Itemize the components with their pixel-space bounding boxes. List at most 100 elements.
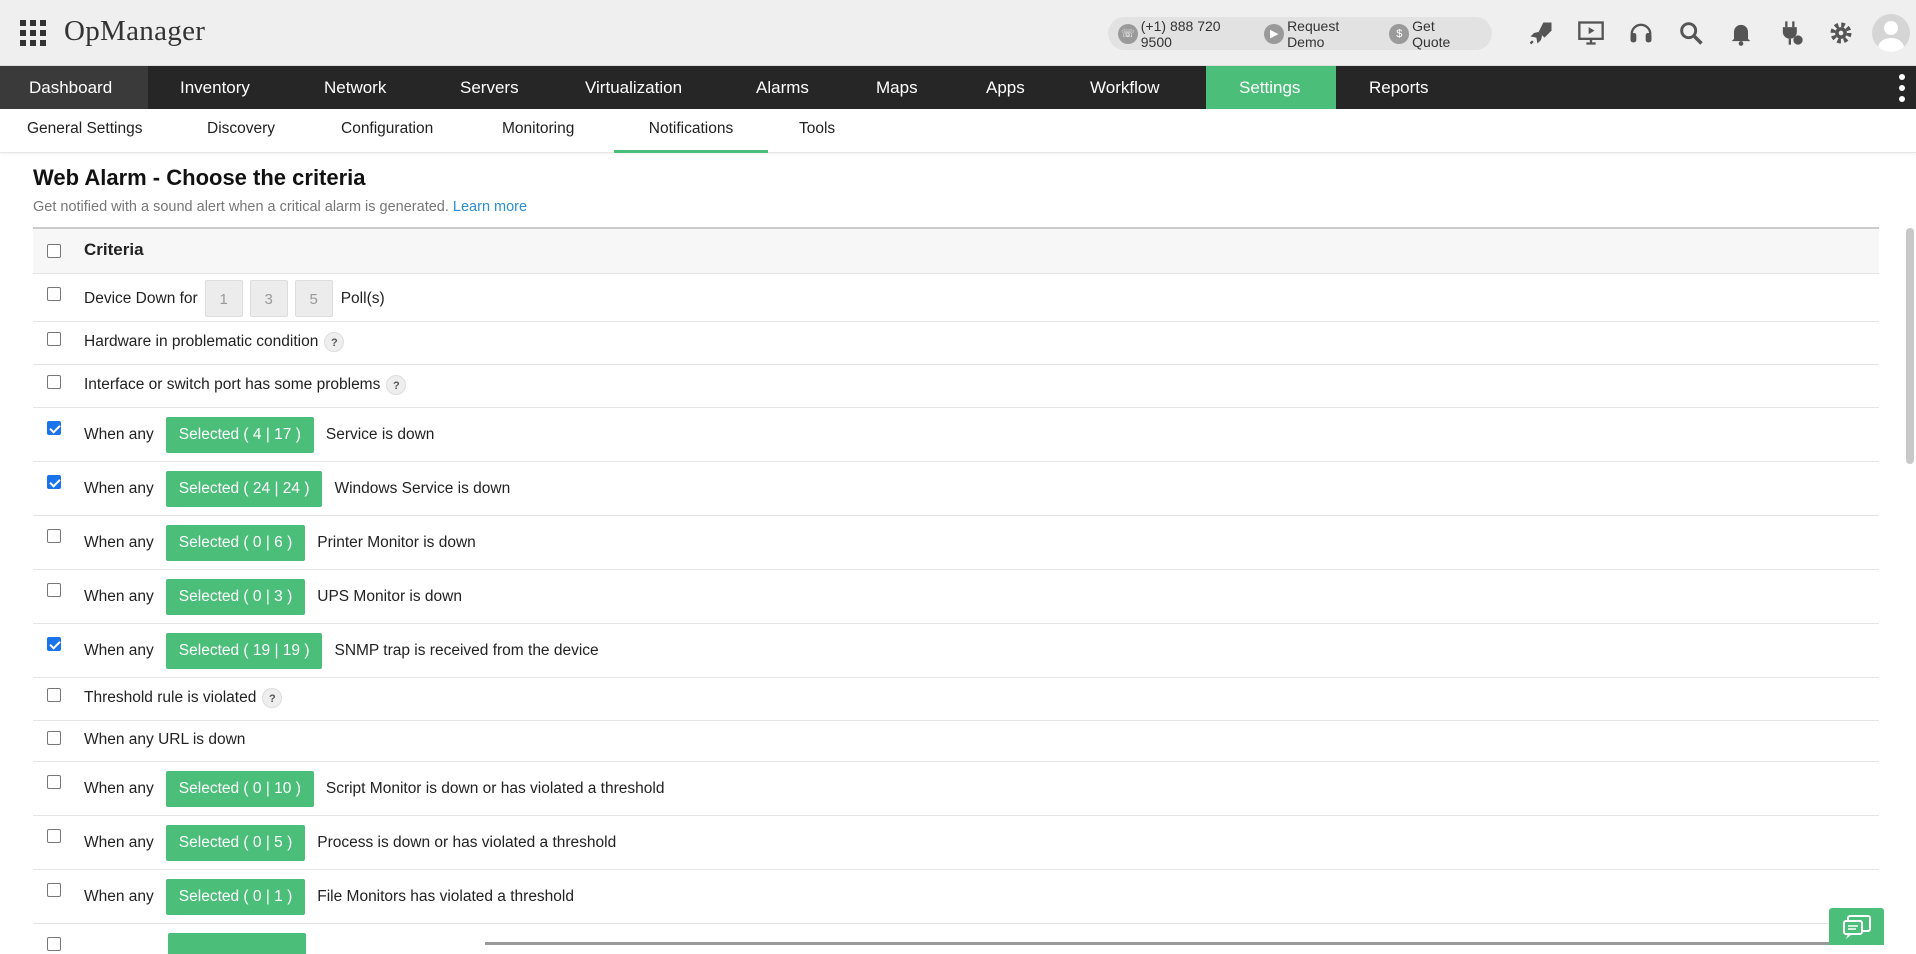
nav-alarms[interactable]: Alarms <box>725 66 845 109</box>
selected-button-partial[interactable] <box>168 933 306 954</box>
row-checkbox[interactable] <box>47 332 61 346</box>
nav-workflow[interactable]: Workflow <box>1060 66 1206 109</box>
nav-settings[interactable]: Settings <box>1206 66 1336 109</box>
nav-servers[interactable]: Servers <box>426 66 553 109</box>
criteria-table-header: Criteria <box>33 229 1879 274</box>
gear-icon[interactable] <box>1816 0 1866 66</box>
more-options-icon[interactable] <box>1898 74 1906 102</box>
learn-more-link[interactable]: Learn more <box>453 199 527 215</box>
chat-icon <box>1842 914 1871 939</box>
help-icon[interactable]: ? <box>324 332 345 352</box>
selected-script-monitors-button[interactable]: Selected ( 0 | 10 ) <box>165 771 314 807</box>
row-checkbox[interactable] <box>47 775 61 789</box>
row-checkbox[interactable] <box>47 475 61 489</box>
criteria-label: Threshold rule is violated <box>84 689 257 706</box>
criteria-label: Windows Service is down <box>334 480 511 497</box>
criteria-label: Interface or switch port has some proble… <box>84 376 381 393</box>
nav-dashboard[interactable]: Dashboard <box>0 66 148 109</box>
row-checkbox[interactable] <box>47 731 61 745</box>
table-row: Hardware in problematic condition ? <box>33 322 1879 365</box>
device-down-label: Device Down for <box>84 289 198 307</box>
select-all-checkbox[interactable] <box>47 244 61 258</box>
get-quote-link[interactable]: $ Get Quote <box>1389 18 1476 50</box>
chat-button[interactable] <box>1829 908 1884 945</box>
criteria-label: Script Monitor is down or has violated a… <box>325 780 665 797</box>
row-checkbox[interactable] <box>47 287 61 301</box>
criteria-prefix: When any <box>84 426 154 443</box>
poll-option-5[interactable]: 5 <box>294 280 333 317</box>
subnav-configuration[interactable]: Configuration <box>341 109 433 153</box>
criteria-label: Printer Monitor is down <box>317 534 476 551</box>
selected-file-monitors-button[interactable]: Selected ( 0 | 1 ) <box>165 879 306 915</box>
selected-snmp-traps-button[interactable]: Selected ( 19 | 19 ) <box>165 633 323 669</box>
table-row: When any Selected ( 0 | 1 ) File Monitor… <box>33 870 1879 924</box>
search-icon[interactable] <box>1666 0 1716 66</box>
nav-apps[interactable]: Apps <box>955 66 1060 109</box>
row-checkbox[interactable] <box>47 421 61 435</box>
criteria-label: UPS Monitor is down <box>317 588 462 605</box>
page-title: Web Alarm - Choose the criteria <box>33 165 366 190</box>
row-checkbox[interactable] <box>47 829 61 843</box>
rocket-icon[interactable] <box>1516 0 1566 66</box>
request-demo-link[interactable]: ▶ Request Demo <box>1264 18 1379 50</box>
selected-printer-monitors-button[interactable]: Selected ( 0 | 6 ) <box>165 525 306 561</box>
selected-processes-button[interactable]: Selected ( 0 | 5 ) <box>165 825 306 861</box>
selected-windows-services-button[interactable]: Selected ( 24 | 24 ) <box>165 471 323 507</box>
get-quote-label: Get Quote <box>1412 17 1451 50</box>
row-checkbox[interactable] <box>47 529 61 543</box>
row-checkbox[interactable] <box>47 637 61 651</box>
table-row: When any Selected ( 4 | 17 ) Service is … <box>33 408 1879 462</box>
bell-icon[interactable] <box>1716 0 1766 66</box>
criteria-prefix: When any <box>84 534 154 551</box>
table-row: When any Selected ( 0 | 10 ) Script Moni… <box>33 762 1879 816</box>
selected-ups-monitors-button[interactable]: Selected ( 0 | 3 ) <box>165 579 306 615</box>
table-row: When any Selected ( 0 | 3 ) UPS Monitor … <box>33 570 1879 624</box>
help-icon[interactable]: ? <box>386 375 407 395</box>
row-checkbox[interactable] <box>47 583 61 597</box>
vertical-scrollbar[interactable] <box>1906 228 1914 464</box>
nav-inventory[interactable]: Inventory <box>148 66 290 109</box>
apps-grid-icon[interactable] <box>20 20 46 46</box>
table-row: When any URL is down <box>33 721 1879 762</box>
poll-option-3[interactable]: 3 <box>249 280 288 317</box>
nav-maps[interactable]: Maps <box>845 66 955 109</box>
dollar-icon: $ <box>1389 23 1410 44</box>
table-row: When any Selected ( 0 | 5 ) Process is d… <box>33 816 1879 870</box>
table-row: Threshold rule is violated ? <box>33 678 1879 721</box>
video-icon: ▶ <box>1264 23 1285 44</box>
subnav-monitoring[interactable]: Monitoring <box>502 109 574 153</box>
subnav-general-settings[interactable]: General Settings <box>27 109 142 153</box>
criteria-prefix: When any <box>84 888 154 905</box>
nav-reports[interactable]: Reports <box>1336 66 1466 109</box>
help-icon[interactable]: ? <box>262 688 283 708</box>
criteria-label: Service is down <box>325 426 435 443</box>
nav-virtualization[interactable]: Virtualization <box>553 66 725 109</box>
page-subtitle: Get notified with a sound alert when a c… <box>33 199 527 215</box>
nav-network[interactable]: Network <box>290 66 426 109</box>
row-checkbox[interactable] <box>47 937 61 951</box>
poll-option-1[interactable]: 1 <box>204 280 243 317</box>
subnav-tools[interactable]: Tools <box>799 109 835 153</box>
selected-services-button[interactable]: Selected ( 4 | 17 ) <box>165 417 314 453</box>
row-checkbox[interactable] <box>47 688 61 702</box>
top-icon-bar <box>1516 0 1916 66</box>
criteria-prefix: When any <box>84 480 154 497</box>
presentation-icon[interactable] <box>1566 0 1616 66</box>
row-checkbox[interactable] <box>47 883 61 897</box>
criteria-label: Hardware in problematic condition <box>84 333 319 350</box>
subnav-notifications[interactable]: Notifications <box>614 109 768 153</box>
row-checkbox[interactable] <box>47 375 61 389</box>
table-row: When any Selected ( 19 | 19 ) SNMP trap … <box>33 624 1879 678</box>
plug-icon[interactable] <box>1766 0 1816 66</box>
criteria-label: Process is down or has violated a thresh… <box>317 834 617 851</box>
phone-link[interactable]: ☏ (+1) 888 720 9500 <box>1118 18 1254 50</box>
phone-icon: ☏ <box>1118 23 1138 44</box>
criteria-prefix: When any <box>84 588 154 605</box>
table-row: Device Down for 1 3 5 Poll(s) <box>33 274 1879 322</box>
phone-number: (+1) 888 720 9500 <box>1140 17 1221 50</box>
table-row: Interface or switch port has some proble… <box>33 365 1879 408</box>
headset-icon[interactable] <box>1616 0 1666 66</box>
app-logo[interactable]: OpManager <box>64 15 205 48</box>
subnav-discovery[interactable]: Discovery <box>207 109 275 153</box>
user-avatar[interactable] <box>1866 0 1916 66</box>
